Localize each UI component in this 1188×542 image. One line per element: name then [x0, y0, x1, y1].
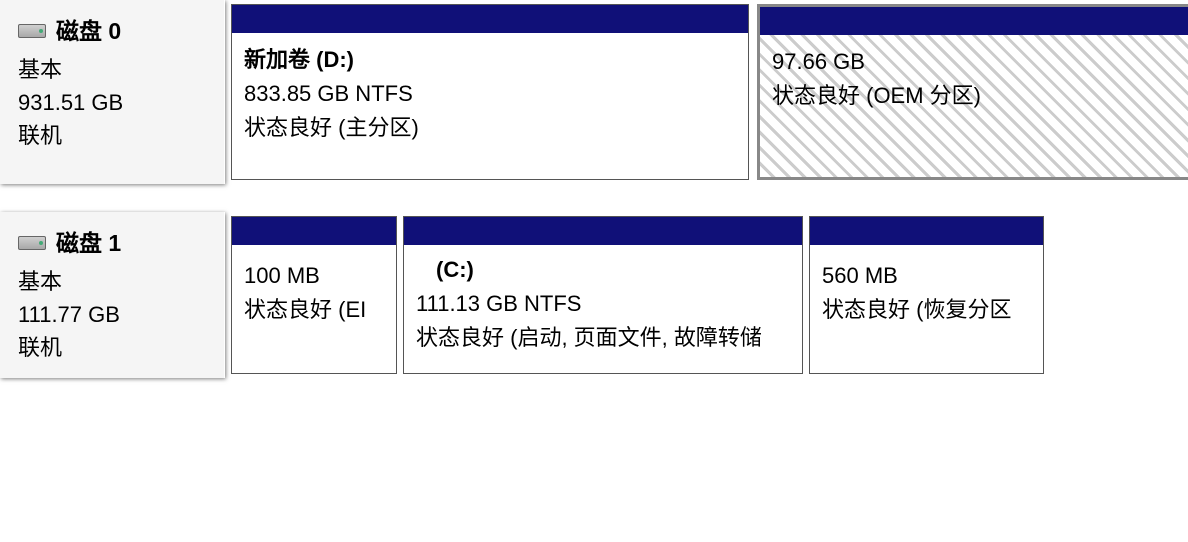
- volume-name: 新加卷 (D:): [244, 43, 736, 77]
- partition-block[interactable]: 97.66 GB 状态良好 (OEM 分区): [757, 4, 1188, 180]
- disk-title: 磁盘 1: [56, 226, 121, 261]
- partition-header-bar: [232, 217, 396, 245]
- disk-type: 基本: [18, 53, 224, 86]
- volume-status: 状态良好 (启动, 页面文件, 故障转储: [416, 321, 790, 355]
- disk-status: 联机: [18, 119, 224, 152]
- disk-row: 磁盘 1 基本 111.77 GB 联机 100 MB 状态良好 (EI (C:…: [0, 212, 1188, 378]
- partition-header-bar: [232, 5, 748, 33]
- partition-block[interactable]: 新加卷 (D:) 833.85 GB NTFS 状态良好 (主分区): [231, 4, 749, 180]
- partition-header-bar: [810, 217, 1043, 245]
- volume-status: 状态良好 (主分区): [244, 111, 736, 145]
- disk-info-panel[interactable]: 磁盘 1 基本 111.77 GB 联机: [0, 212, 225, 378]
- disk-row: 磁盘 0 基本 931.51 GB 联机 新加卷 (D:) 833.85 GB …: [0, 0, 1188, 184]
- disk-icon: [18, 24, 46, 38]
- volume-size-fs: 560 MB: [822, 259, 1031, 293]
- partition-block[interactable]: (C:) 111.13 GB NTFS 状态良好 (启动, 页面文件, 故障转储: [403, 216, 803, 374]
- disk-status: 联机: [18, 331, 224, 364]
- partition-map: 新加卷 (D:) 833.85 GB NTFS 状态良好 (主分区) 97.66…: [225, 0, 1188, 184]
- disk-title: 磁盘 0: [56, 14, 121, 49]
- disk-info-panel[interactable]: 磁盘 0 基本 931.51 GB 联机: [0, 0, 225, 184]
- disk-type: 基本: [18, 265, 224, 298]
- partition-header-bar: [760, 7, 1188, 35]
- partition-map: 100 MB 状态良好 (EI (C:) 111.13 GB NTFS 状态良好…: [225, 212, 1188, 378]
- volume-status: 状态良好 (EI: [244, 293, 384, 327]
- volume-size-fs: 97.66 GB: [772, 45, 1178, 79]
- disk-capacity: 111.77 GB: [18, 298, 224, 331]
- volume-size-fs: 111.13 GB NTFS: [416, 287, 790, 321]
- volume-name: (C:): [416, 253, 790, 287]
- partition-block[interactable]: 100 MB 状态良好 (EI: [231, 216, 397, 374]
- volume-status: 状态良好 (OEM 分区): [772, 79, 1178, 113]
- volume-size-fs: 833.85 GB NTFS: [244, 77, 736, 111]
- volume-status: 状态良好 (恢复分区: [822, 293, 1031, 327]
- disk-capacity: 931.51 GB: [18, 86, 224, 119]
- disk-icon: [18, 236, 46, 250]
- partition-block[interactable]: 560 MB 状态良好 (恢复分区: [809, 216, 1044, 374]
- partition-header-bar: [404, 217, 802, 245]
- volume-size-fs: 100 MB: [244, 259, 384, 293]
